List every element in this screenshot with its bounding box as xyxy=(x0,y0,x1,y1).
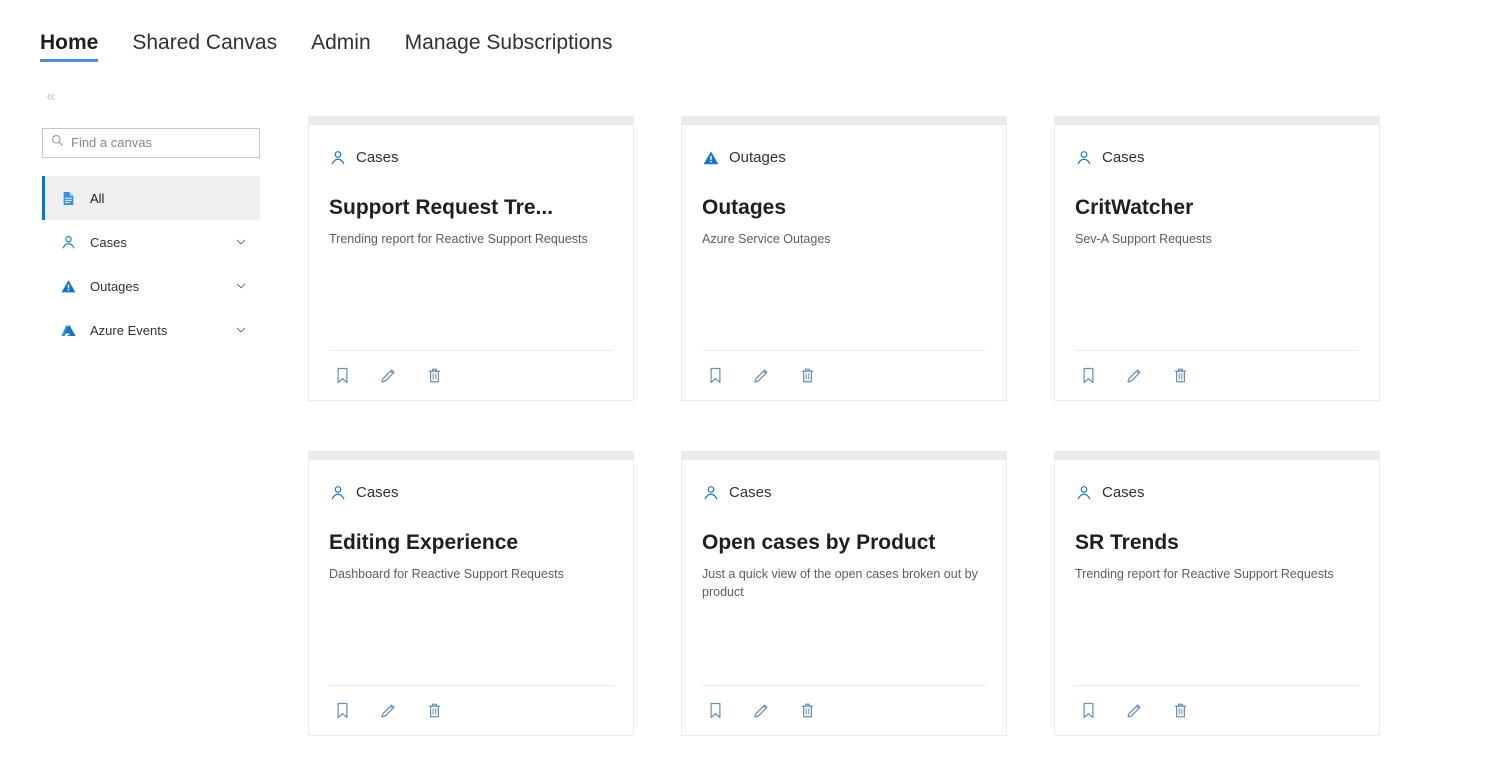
sidebar-nav-list: All Cases Outages Azure Events xyxy=(42,176,260,352)
card-category: Outages xyxy=(702,147,986,169)
card-category: Cases xyxy=(329,147,613,169)
warning-triangle-icon xyxy=(702,149,720,167)
bookmark-icon[interactable] xyxy=(702,698,728,724)
sidebar-item-cases[interactable]: Cases xyxy=(42,220,260,264)
page-icon xyxy=(58,188,78,208)
card-description: Sev-A Support Requests xyxy=(1075,232,1212,246)
double-chevron-left-icon[interactable]: « xyxy=(40,86,62,108)
bookmark-icon[interactable] xyxy=(1075,363,1101,389)
search-box[interactable] xyxy=(42,128,260,158)
sidebar-item-label: All xyxy=(90,190,105,206)
card-category-label: Outages xyxy=(729,149,786,166)
sidebar-item-all[interactable]: All xyxy=(42,176,260,220)
canvas-card-grid: Cases Support Request Tre... Trending repo… xyxy=(308,116,1428,736)
card-description: Trending report for Reactive Support Req… xyxy=(329,232,588,246)
bookmark-icon[interactable] xyxy=(1075,698,1101,724)
person-icon xyxy=(58,232,78,252)
canvas-card[interactable]: Cases Open cases by Product Just a quick v… xyxy=(681,451,1007,736)
canvas-card[interactable]: Cases Support Request Tre... Trending repo… xyxy=(308,116,634,401)
pencil-icon[interactable] xyxy=(1121,363,1147,389)
card-category: Cases xyxy=(1075,147,1359,169)
card-top-strip xyxy=(682,116,1006,125)
sidebar-item-azure-events[interactable]: Azure Events xyxy=(42,308,260,352)
bookmark-icon[interactable] xyxy=(702,363,728,389)
sidebar-item-label: Azure Events xyxy=(90,322,168,338)
card-title: Open cases by Product xyxy=(702,531,936,554)
sidebar: All Cases Outages Azure Events xyxy=(42,128,260,352)
sidebar-item-label: Cases xyxy=(90,234,127,250)
card-category: Cases xyxy=(1075,482,1359,504)
bookmark-icon[interactable] xyxy=(329,698,355,724)
pencil-icon[interactable] xyxy=(1121,698,1147,724)
card-category-label: Cases xyxy=(356,149,399,166)
card-title: Outages xyxy=(702,196,787,219)
person-icon xyxy=(329,484,347,502)
card-title: SR Trends xyxy=(1075,531,1179,554)
card-body: Cases Open cases by Product Just a quick v… xyxy=(682,460,1006,685)
card-body: Cases SR Trends Trending report for Reacti… xyxy=(1055,460,1379,685)
card-category-label: Cases xyxy=(729,484,772,501)
card-top-strip xyxy=(309,116,633,125)
trash-icon[interactable] xyxy=(794,698,820,724)
card-description: Just a quick view of the open cases brok… xyxy=(702,567,978,599)
card-top-strip xyxy=(682,451,1006,460)
card-footer xyxy=(329,350,613,400)
trash-icon[interactable] xyxy=(421,363,447,389)
card-title: CritWatcher xyxy=(1075,196,1194,219)
nav-tab-shared-canvas[interactable]: Shared Canvas xyxy=(132,30,277,62)
chevron-down-icon[interactable] xyxy=(234,323,248,337)
person-icon xyxy=(1075,149,1093,167)
card-top-strip xyxy=(309,451,633,460)
canvas-card[interactable]: Outages Outages Azure Service Outages xyxy=(681,116,1007,401)
nav-tab-admin[interactable]: Admin xyxy=(311,30,371,62)
card-footer xyxy=(1075,685,1359,735)
card-description: Trending report for Reactive Support Req… xyxy=(1075,567,1334,581)
card-category: Cases xyxy=(329,482,613,504)
card-category-label: Cases xyxy=(1102,149,1145,166)
nav-tab-manage-subscriptions[interactable]: Manage Subscriptions xyxy=(405,30,613,62)
canvas-card[interactable]: Cases SR Trends Trending report for Reacti… xyxy=(1054,451,1380,736)
chevron-down-icon[interactable] xyxy=(234,235,248,249)
card-title: Support Request Tre... xyxy=(329,196,554,219)
canvas-card[interactable]: Cases Editing Experience Dashboard for Rea… xyxy=(308,451,634,736)
search-icon xyxy=(51,134,64,152)
sidebar-item-outages[interactable]: Outages xyxy=(42,264,260,308)
trash-icon[interactable] xyxy=(1167,698,1193,724)
warning-triangle-icon xyxy=(58,276,78,296)
card-footer xyxy=(329,685,613,735)
nav-tab-home[interactable]: Home xyxy=(40,30,99,62)
azure-logo-icon xyxy=(58,320,78,340)
card-title: Editing Experience xyxy=(329,531,519,554)
card-body: Cases Editing Experience Dashboard for Rea… xyxy=(309,460,633,685)
canvas-card[interactable]: Cases CritWatcher Sev-A Support Requests xyxy=(1054,116,1380,401)
trash-icon[interactable] xyxy=(794,363,820,389)
pencil-icon[interactable] xyxy=(748,363,774,389)
person-icon xyxy=(702,484,720,502)
card-footer xyxy=(702,685,986,735)
top-navigation: Home Shared Canvas Admin Manage Subscriptio… xyxy=(40,22,612,62)
card-category: Cases xyxy=(702,482,986,504)
card-footer xyxy=(1075,350,1359,400)
bookmark-icon[interactable] xyxy=(329,363,355,389)
card-description: Azure Service Outages xyxy=(702,232,831,246)
card-top-strip xyxy=(1055,451,1379,460)
card-top-strip xyxy=(1055,116,1379,125)
person-icon xyxy=(329,149,347,167)
trash-icon[interactable] xyxy=(421,698,447,724)
card-body: Cases Support Request Tre... Trending repo… xyxy=(309,125,633,350)
card-body: Outages Outages Azure Service Outages xyxy=(682,125,1006,350)
card-category-label: Cases xyxy=(1102,484,1145,501)
card-category-label: Cases xyxy=(356,484,399,501)
sidebar-item-label: Outages xyxy=(90,278,140,294)
card-body: Cases CritWatcher Sev-A Support Requests xyxy=(1055,125,1379,350)
person-icon xyxy=(1075,484,1093,502)
chevron-down-icon[interactable] xyxy=(234,279,248,293)
search-input[interactable] xyxy=(71,134,251,152)
card-footer xyxy=(702,350,986,400)
trash-icon[interactable] xyxy=(1167,363,1193,389)
pencil-icon[interactable] xyxy=(748,698,774,724)
pencil-icon[interactable] xyxy=(375,698,401,724)
pencil-icon[interactable] xyxy=(375,363,401,389)
card-description: Dashboard for Reactive Support Requests xyxy=(329,567,564,581)
